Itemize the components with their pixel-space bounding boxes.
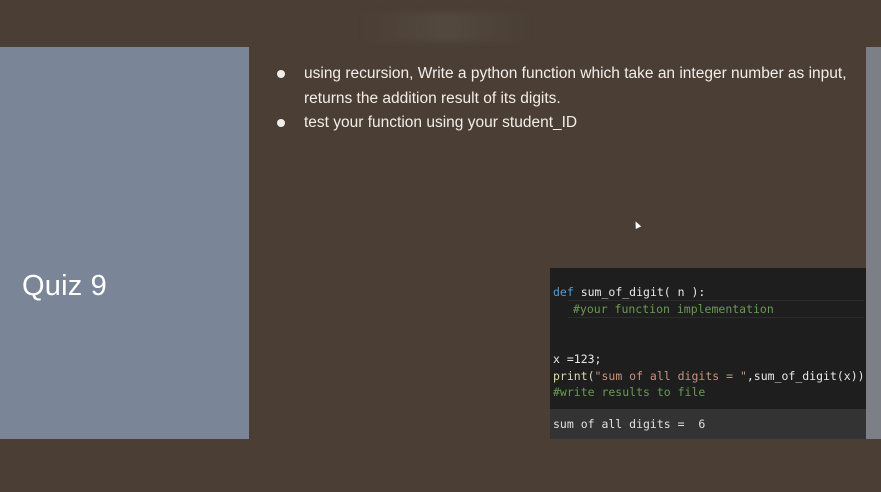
code-line-print: print("sum of all digits = ",sum_of_digi… [553,369,865,383]
bullet-item: test your function using your student_ID [276,111,856,136]
mouse-pointer-icon [632,220,642,229]
code-screenshot: def sum_of_digit( n ): #your function im… [550,268,866,439]
blurred-header [360,12,530,42]
code-comment-impl: #your function implementation [573,302,774,316]
print-string: "sum of all digits = " [594,369,747,383]
print-call: print( [553,369,595,383]
bullet-list: using recursion, Write a python function… [276,62,856,136]
output-area: sum of all digits = 6 [550,409,866,439]
bullet-item: using recursion, Write a python function… [276,62,856,111]
title-panel: Quiz 9 [0,47,249,439]
bullet-dot-icon [277,70,285,78]
bullet-text: using recursion, Write a python function… [304,65,847,107]
slide-title: Quiz 9 [22,270,108,302]
code-line-assign: x =123; [553,352,602,366]
print-args: ,sum_of_digit(x)) [746,369,865,383]
bullet-text: test your function using your student_ID [304,114,578,131]
code-line-def: def sum_of_digit( n ): [553,285,705,299]
slide: Quiz 9 using recursion, Write a python f… [0,0,881,492]
bullet-dot-icon [277,119,285,127]
keyword-def: def [553,285,574,299]
code-comment-file: #write results to file [553,385,706,399]
output-text: sum of all digits = 6 [553,417,706,431]
right-edge-strip [866,47,881,439]
function-signature: sum_of_digit( n ): [573,285,706,299]
